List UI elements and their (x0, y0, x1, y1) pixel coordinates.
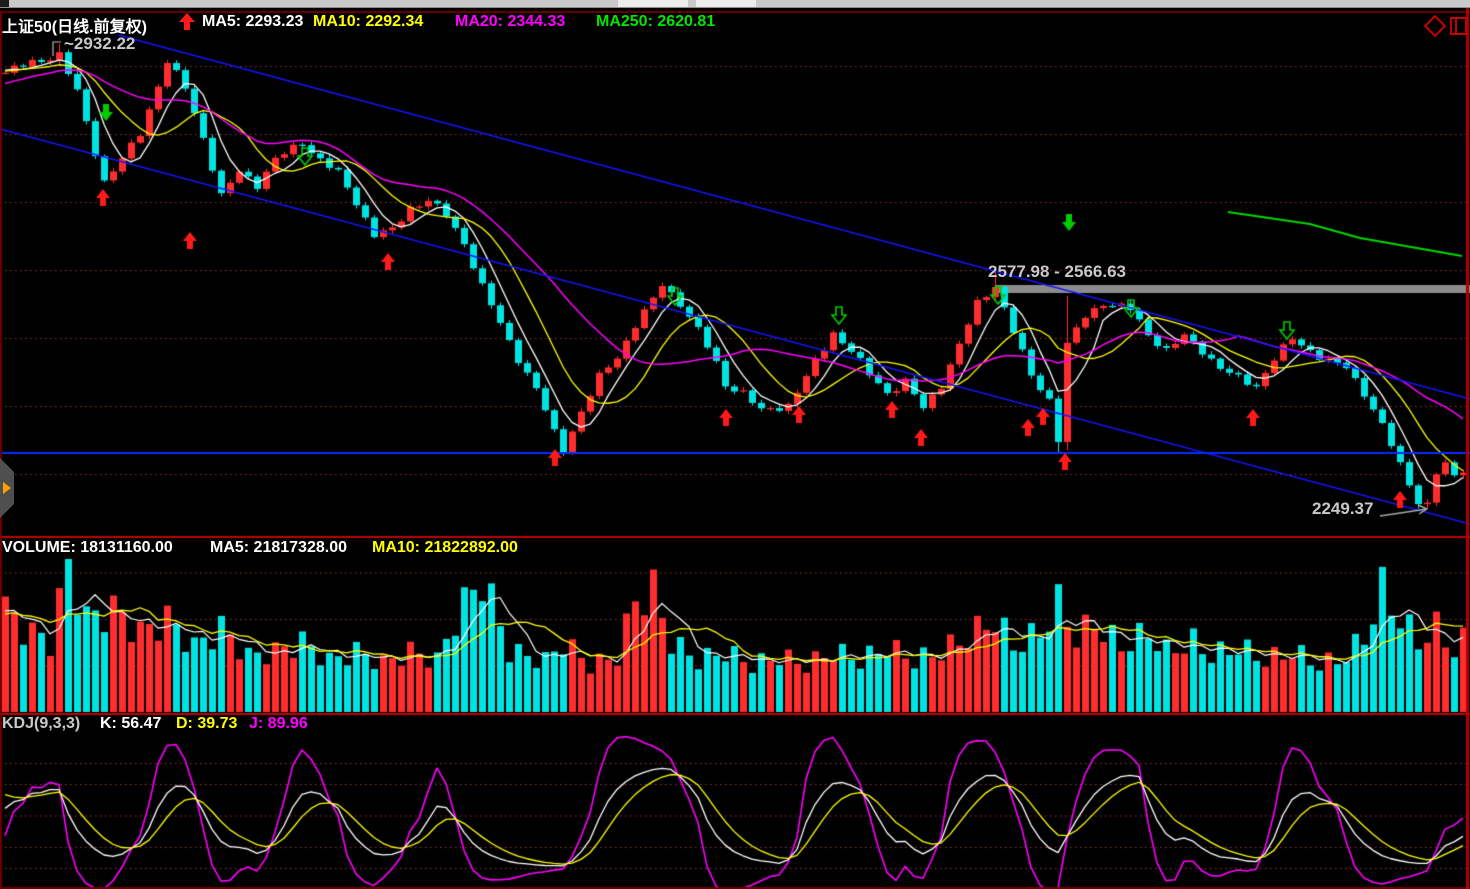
volume-ma10-value: MA10: 21822892.00 (372, 539, 518, 557)
kdj-k-value: K: 56.47 (100, 715, 161, 733)
volume-ma5-value: MA5: 21817328.00 (210, 539, 347, 557)
up-arrow-icon (178, 13, 196, 30)
scrollbar-notch (0, 0, 9, 7)
ma20-value: MA20: 2344.33 (455, 13, 565, 31)
expand-triangle-icon (3, 482, 11, 494)
stock-chart-window: 上证50(日线.前复权) MA5: 2293.23 MA10: 2292.34 … (0, 0, 1470, 889)
kdj-indicator-name: KDJ(9,3,3) (2, 715, 80, 733)
window-split-icon-bar (1455, 19, 1457, 33)
peak-price-label: ~2932.22 (64, 34, 135, 54)
scrollbar-thumb[interactable] (618, 0, 688, 7)
ma10-value: MA10: 2292.34 (313, 13, 423, 31)
volume-value: VOLUME: 18131160.00 (2, 539, 173, 557)
kdj-d-value: D: 39.73 (176, 715, 237, 733)
kdj-j-value: J: 89.96 (249, 715, 308, 733)
top-scrollbar[interactable] (0, 0, 1470, 8)
resistance-zone-label: 2577.98 - 2566.63 (988, 262, 1126, 282)
ma5-value: MA5: 2293.23 (202, 13, 303, 31)
window-split-icon[interactable] (1450, 17, 1467, 35)
low-price-label: 2249.37 (1312, 499, 1373, 519)
scrollbar-thumb-2[interactable] (696, 0, 756, 7)
ma250-value: MA250: 2620.81 (596, 13, 715, 31)
chart-canvas[interactable] (0, 0, 1470, 889)
